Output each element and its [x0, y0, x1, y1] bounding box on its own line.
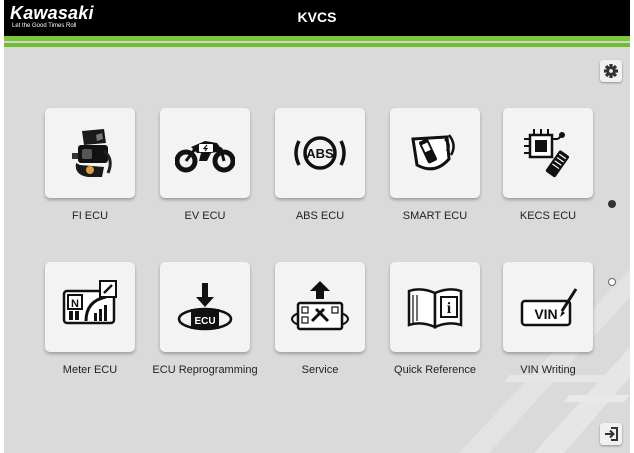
svg-text:VIN: VIN — [534, 306, 557, 322]
tile-ev-ecu[interactable] — [160, 108, 250, 198]
tile-fi-ecu[interactable] — [45, 108, 135, 198]
tile-service[interactable] — [275, 262, 365, 352]
svg-text:i: i — [447, 300, 452, 317]
exit-button[interactable] — [600, 423, 622, 445]
exit-icon — [605, 427, 618, 441]
suspension-chip-icon — [524, 129, 570, 178]
tile-vin-writing[interactable]: VIN — [503, 262, 593, 352]
settings-button[interactable] — [600, 60, 622, 82]
svg-text:ECU: ECU — [194, 316, 215, 327]
page-indicator-2[interactable] — [608, 278, 616, 286]
tile-ecu-reprogramming[interactable]: ECU — [160, 262, 250, 352]
tile-meter-ecu[interactable]: N — [45, 262, 135, 352]
smart-key-icon — [411, 134, 455, 171]
tile-kecs-ecu[interactable] — [503, 108, 593, 198]
book-info-icon: i — [407, 288, 463, 329]
tile-label: KECS ECU — [519, 210, 577, 222]
engine-icon — [72, 129, 112, 177]
service-tools-icon — [291, 281, 349, 331]
tile-smart-ecu[interactable] — [390, 108, 480, 198]
vin-write-icon: VIN — [520, 288, 578, 327]
meter-icon: N — [62, 280, 117, 325]
svg-text:N: N — [71, 298, 79, 310]
title-bar: Kawasaki Let the Good Times Roll KVCS — [4, 0, 630, 36]
page-indicator-1[interactable] — [608, 200, 616, 208]
gear-icon — [604, 64, 618, 78]
tile-quick-reference[interactable]: i — [390, 262, 480, 352]
tile-abs-ecu[interactable]: ABS — [275, 108, 365, 198]
electric-motorcycle-icon — [175, 141, 235, 173]
app-title: KVCS — [297, 9, 337, 25]
abs-icon: ABS — [294, 136, 346, 170]
tile-label: VIN Writing — [520, 364, 576, 376]
svg-text:ABS: ABS — [306, 146, 334, 161]
ecu-download-icon: ECU — [177, 283, 233, 331]
app-window: Kawasaki Let the Good Times Roll KVCS FI… — [4, 0, 630, 453]
